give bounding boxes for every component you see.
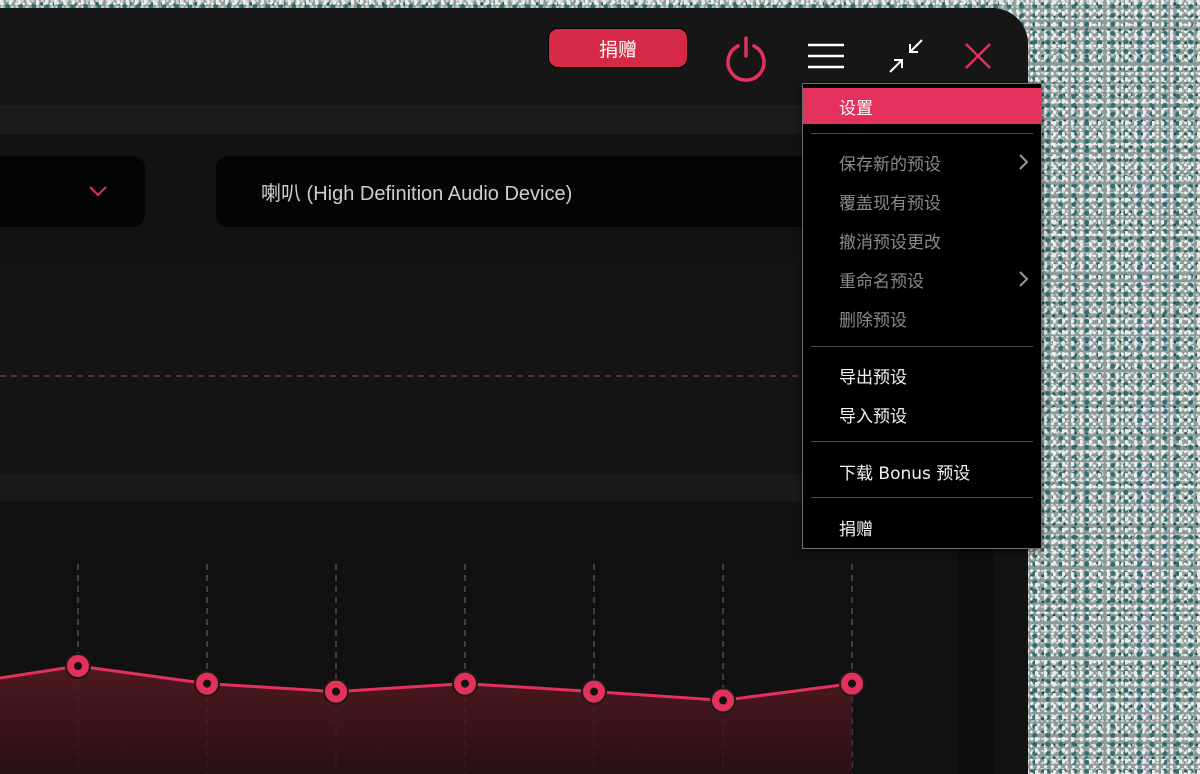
menu-item: 删除预设: [803, 300, 1041, 336]
menu-item-label: 捐赠: [839, 519, 873, 540]
menu-separator: [811, 497, 1033, 498]
chevron-down-icon: [89, 186, 107, 197]
menu-separator: [811, 441, 1033, 442]
menu-item-label: 下载 Bonus 预设: [839, 463, 971, 484]
audio-device-selector[interactable]: 喇叭 (High Definition Audio Device): [216, 156, 836, 227]
menu-item-label: 保存新的预设: [839, 154, 941, 175]
menu-item-label: 导出预设: [839, 367, 907, 388]
menu-item-label: 覆盖现有预设: [839, 193, 941, 214]
menu-separator: [811, 346, 1033, 347]
menu-item: 保存新的预设: [803, 144, 1041, 180]
eq-band-handle-center: [332, 687, 340, 696]
main-menu: 设置保存新的预设 覆盖现有预设 撤消预设更改 重命名预设删除预设导出预设导入预设下载 …: [802, 83, 1042, 549]
eq-band-handle-center: [74, 662, 82, 670]
menu-item-label: 重命名预设: [839, 271, 924, 292]
eq-curve-fill: [0, 666, 852, 774]
eq-band-handle-center: [203, 679, 211, 688]
menu-item[interactable]: 导出预设: [803, 357, 1041, 393]
close-icon[interactable]: [960, 38, 996, 74]
eq-band-handle-center: [590, 687, 598, 696]
donate-button[interactable]: 捐赠: [548, 28, 688, 68]
menu-item: 覆盖现有预设: [803, 183, 1041, 219]
menu-separator: [811, 133, 1033, 134]
preset-dropdown[interactable]: [0, 156, 145, 227]
menu-item[interactable]: 捐赠: [803, 509, 1041, 545]
audio-device-label: 喇叭 (High Definition Audio Device): [261, 183, 573, 205]
menu-item-label: 撤消预设更改: [839, 232, 941, 253]
menu-item[interactable]: 设置: [803, 88, 1041, 124]
menu-item-label: 设置: [839, 98, 873, 119]
menu-item[interactable]: 导入预设: [803, 396, 1041, 432]
chevron-right-icon: [1019, 271, 1029, 287]
hamburger-menu-icon[interactable]: [806, 42, 846, 72]
menu-item-label: 导入预设: [839, 406, 907, 427]
power-icon[interactable]: [722, 34, 770, 82]
menu-item: 撤消预设更改: [803, 222, 1041, 258]
eq-band-handle-center: [719, 696, 727, 705]
menu-item-label: 删除预设: [839, 310, 907, 331]
menu-item: 重命名预设: [803, 261, 1041, 297]
menu-item[interactable]: 下载 Bonus 预设: [803, 453, 1041, 489]
minimize-arrows-icon[interactable]: [886, 36, 928, 78]
eq-band-handle-center: [848, 679, 856, 688]
eq-band-handle-center: [461, 679, 469, 688]
chevron-right-icon: [1019, 154, 1029, 170]
